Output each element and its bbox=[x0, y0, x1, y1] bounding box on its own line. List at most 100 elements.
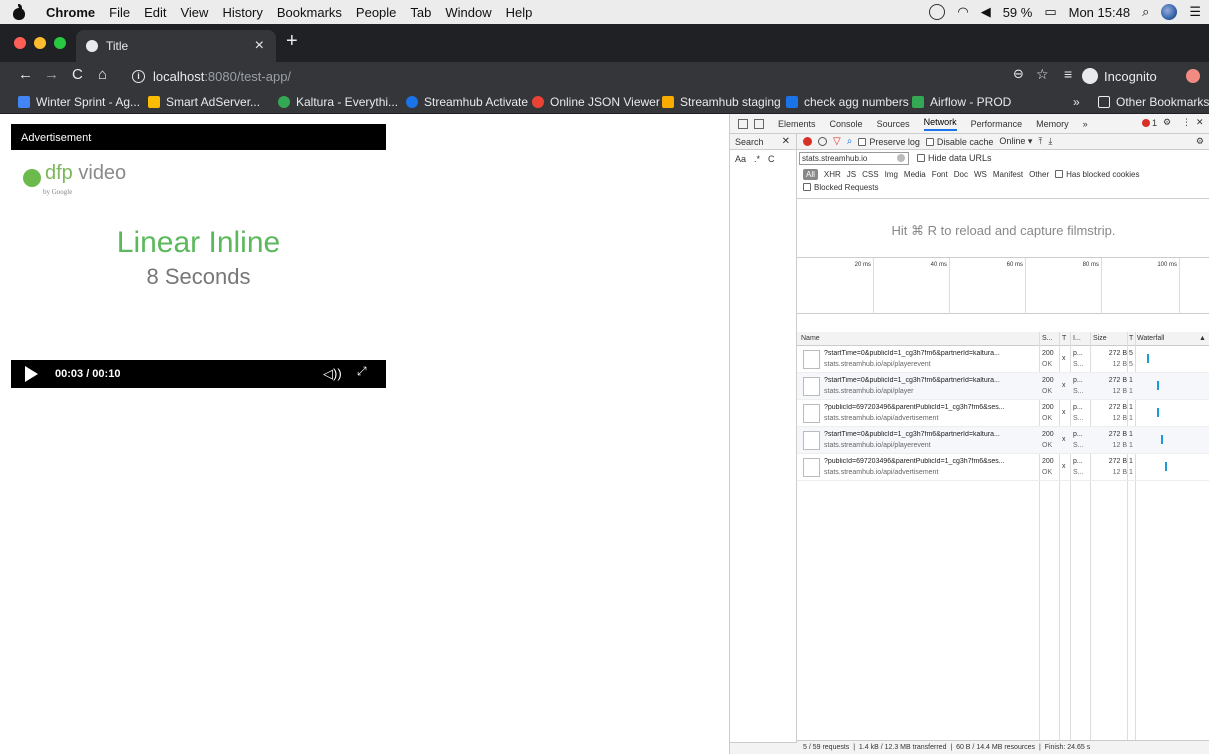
reading-list-icon[interactable]: ≡ bbox=[1064, 66, 1072, 82]
creative-cloud-icon[interactable] bbox=[929, 4, 946, 20]
menu-app-name[interactable]: Chrome bbox=[46, 5, 95, 20]
spotlight-icon[interactable]: ⌕ bbox=[1142, 4, 1149, 20]
site-info-icon[interactable]: i bbox=[132, 69, 145, 83]
sort-asc-icon[interactable]: ▲ bbox=[1199, 335, 1206, 342]
address-bar[interactable]: i localhost :8080/test-app/ bbox=[120, 63, 1000, 89]
type-filter-doc[interactable]: Doc bbox=[954, 170, 968, 179]
forward-icon[interactable]: → bbox=[44, 66, 59, 83]
zoom-icon[interactable]: ⊖ bbox=[1013, 66, 1024, 82]
timeline-overview[interactable]: 20 ms 40 ms 60 ms 80 ms 100 ms bbox=[797, 258, 1209, 314]
col-waterfall[interactable]: Waterfall bbox=[1137, 335, 1164, 342]
menu-help[interactable]: Help bbox=[506, 5, 533, 20]
table-row[interactable]: ?startTime=0&publicId=1_cg3h7fm6&partner… bbox=[797, 373, 1209, 400]
more-tabs-button[interactable]: » bbox=[1083, 119, 1088, 129]
settings-gear-icon[interactable]: ⚙ bbox=[1163, 117, 1171, 128]
close-window-button[interactable] bbox=[14, 37, 26, 49]
filter-icon[interactable]: ▽ bbox=[833, 136, 841, 147]
menu-history[interactable]: History bbox=[222, 5, 262, 20]
bookmark-star-icon[interactable]: ☆ bbox=[1036, 66, 1049, 83]
match-case-toggle[interactable]: Aa bbox=[735, 154, 746, 164]
type-filter-media[interactable]: Media bbox=[904, 170, 926, 179]
clear-icon[interactable] bbox=[818, 137, 827, 146]
tab-title[interactable]: Title × bbox=[76, 30, 276, 62]
network-settings-icon[interactable]: ⚙ bbox=[1196, 136, 1204, 147]
tab-elements[interactable]: Elements bbox=[778, 119, 816, 129]
video-player[interactable]: Advertisement dfp video by Google Linear… bbox=[11, 124, 386, 388]
other-bookmarks-button[interactable]: Other Bookmarks bbox=[1098, 95, 1209, 109]
type-filter-font[interactable]: Font bbox=[932, 170, 948, 179]
type-filter-css[interactable]: CSS bbox=[862, 170, 878, 179]
col-status[interactable]: S... bbox=[1042, 335, 1053, 342]
volume-icon[interactable]: ◀ bbox=[981, 4, 991, 20]
table-row[interactable]: ?publicId=697203496&parentPublicId=1_cg3… bbox=[797, 454, 1209, 481]
wifi-icon[interactable]: ◠ bbox=[957, 4, 968, 20]
play-icon[interactable] bbox=[25, 366, 38, 382]
error-counter[interactable]: 1 bbox=[1142, 118, 1157, 128]
close-tab-icon[interactable]: × bbox=[255, 37, 264, 55]
tab-console[interactable]: Console bbox=[830, 119, 863, 129]
col-size[interactable]: Size bbox=[1093, 335, 1107, 342]
export-har-icon[interactable]: ⤓ bbox=[1048, 136, 1052, 147]
blocked-requests-checkbox[interactable]: Blocked Requests bbox=[803, 183, 878, 192]
bookmarks-overflow-button[interactable]: » bbox=[1073, 95, 1080, 109]
bookmark-item[interactable]: Online JSON Viewer bbox=[532, 95, 660, 109]
menu-bookmarks[interactable]: Bookmarks bbox=[277, 5, 342, 20]
reload-icon[interactable]: C bbox=[72, 66, 83, 83]
bookmark-item[interactable]: Airflow - PROD bbox=[912, 95, 1011, 109]
clear-filter-icon[interactable] bbox=[897, 153, 905, 162]
type-filter-img[interactable]: Img bbox=[885, 170, 898, 179]
apple-icon[interactable] bbox=[12, 4, 26, 20]
inspect-element-icon[interactable] bbox=[738, 118, 748, 129]
throttle-select[interactable]: Online ▾ bbox=[999, 136, 1032, 147]
type-filter-ws[interactable]: WS bbox=[974, 170, 987, 179]
col-type[interactable]: T bbox=[1062, 335, 1066, 342]
col-initiator[interactable]: I... bbox=[1073, 335, 1081, 342]
preserve-log-checkbox[interactable]: Preserve log bbox=[858, 137, 920, 147]
table-row[interactable]: ?publicId=697203496&parentPublicId=1_cg3… bbox=[797, 400, 1209, 427]
menu-edit[interactable]: Edit bbox=[144, 5, 166, 20]
zoom-window-button[interactable] bbox=[54, 37, 66, 49]
bookmark-item[interactable]: Smart AdServer... bbox=[148, 95, 260, 109]
tab-sources[interactable]: Sources bbox=[877, 119, 910, 129]
fullscreen-icon[interactable]: ⤢ bbox=[357, 364, 367, 379]
notification-center-icon[interactable]: ☰ bbox=[1189, 4, 1201, 20]
has-blocked-cookies-checkbox[interactable]: Has blocked cookies bbox=[1055, 169, 1139, 179]
new-tab-button[interactable]: + bbox=[286, 30, 298, 53]
kebab-menu-icon[interactable]: ⋮ bbox=[1182, 117, 1191, 128]
bookmark-item[interactable]: Winter Sprint - Ag... bbox=[18, 95, 140, 109]
menu-window[interactable]: Window bbox=[445, 5, 491, 20]
record-icon[interactable] bbox=[803, 137, 812, 146]
bookmark-item[interactable]: Kaltura - Everythi... bbox=[278, 95, 398, 109]
filter-input[interactable]: stats.streamhub.io bbox=[799, 151, 909, 165]
menu-people[interactable]: People bbox=[356, 5, 396, 20]
col-time[interactable]: T bbox=[1129, 335, 1133, 342]
search-icon[interactable]: ⌕ bbox=[847, 136, 853, 147]
battery-icon[interactable]: ▭ bbox=[1044, 4, 1056, 20]
menu-file[interactable]: File bbox=[109, 5, 130, 20]
close-devtools-icon[interactable]: ✕ bbox=[1196, 117, 1204, 128]
home-icon[interactable]: ⌂ bbox=[98, 66, 107, 83]
volume-icon[interactable]: ◁)) bbox=[323, 366, 342, 382]
close-search-icon[interactable]: ✕ bbox=[782, 136, 790, 147]
regex-toggle[interactable]: .* bbox=[754, 154, 760, 164]
back-icon[interactable]: ← bbox=[18, 66, 33, 83]
minimize-window-button[interactable] bbox=[34, 37, 46, 49]
bookmark-item[interactable]: check agg numbers bbox=[786, 95, 909, 109]
tab-memory[interactable]: Memory bbox=[1036, 119, 1069, 129]
extension-icon[interactable] bbox=[1186, 69, 1200, 83]
tab-network[interactable]: Network bbox=[923, 117, 957, 131]
table-row[interactable]: ?startTime=0&publicId=1_cg3h7fm6&partner… bbox=[797, 346, 1209, 373]
tab-performance[interactable]: Performance bbox=[971, 119, 1023, 129]
clock[interactable]: Mon 15:48 bbox=[1069, 5, 1130, 20]
bookmark-item[interactable]: Streamhub Activate bbox=[406, 95, 528, 109]
import-har-icon[interactable]: ⤒ bbox=[1038, 136, 1042, 147]
refresh-search-icon[interactable]: C bbox=[768, 154, 775, 164]
type-filter-all[interactable]: All bbox=[803, 168, 818, 180]
type-filter-xhr[interactable]: XHR bbox=[824, 170, 841, 179]
table-row[interactable]: ?startTime=0&publicId=1_cg3h7fm6&partner… bbox=[797, 427, 1209, 454]
col-name[interactable]: Name bbox=[801, 335, 820, 342]
incognito-indicator[interactable]: Incognito bbox=[1082, 68, 1157, 84]
bookmark-item[interactable]: Streamhub staging bbox=[662, 95, 781, 109]
menu-view[interactable]: View bbox=[180, 5, 208, 20]
type-filter-manifest[interactable]: Manifest bbox=[993, 170, 1023, 179]
